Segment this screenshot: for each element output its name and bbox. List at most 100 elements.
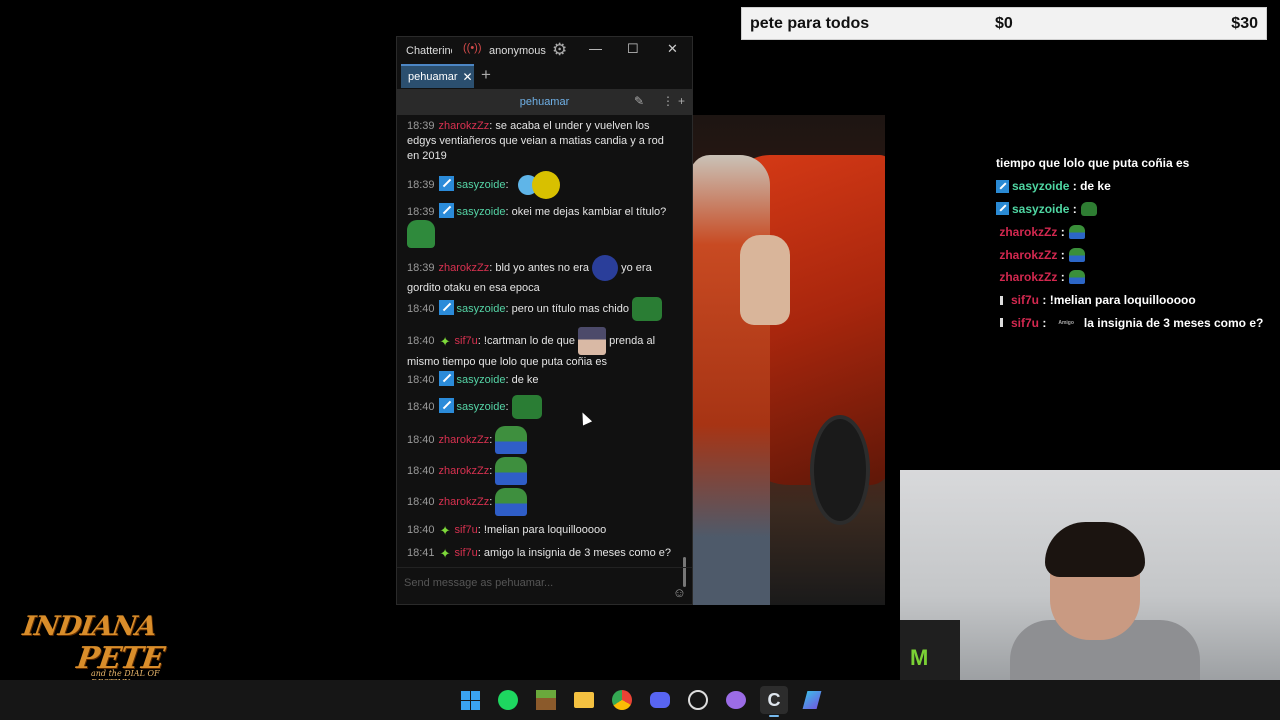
username[interactable]: sif7u (455, 547, 478, 559)
mod-badge-icon (438, 397, 454, 413)
hand-shape (740, 235, 790, 325)
sub-badge-icon: ✦ (439, 523, 451, 538)
file-explorer-icon[interactable] (570, 686, 598, 714)
gear-icon[interactable]: ⚙ (552, 40, 567, 60)
desktop: pete para todos $0 $30 tiempo que lolo q… (0, 0, 1280, 720)
overlay-line: tiempo que lolo que puta coñia es (996, 156, 1190, 171)
chat-messages[interactable]: 18:39 zharokzZz: se acaba el under y vuel… (397, 115, 692, 567)
overlay-username: zharokzZz (999, 224, 1058, 239)
chat-message: 18:40 sasyzoide: de ke (407, 371, 539, 388)
sub-badge-icon (1000, 295, 1003, 305)
frog-emote-icon (1068, 224, 1085, 239)
pepe-emote-icon (407, 220, 435, 248)
overlay-username: zharokzZz (999, 270, 1058, 285)
app-title: Chatterino (406, 44, 452, 57)
taskbar: C (0, 680, 1280, 720)
anime-emote-icon (578, 327, 607, 355)
emoji-picker-icon[interactable]: ☺ (673, 585, 686, 600)
frog-emote-icon (1068, 270, 1085, 285)
chatterino-icon[interactable]: C (760, 686, 788, 717)
sub-badge-icon: ✦ (439, 546, 451, 561)
chat-message: 18:40 sasyzoide: pero un título mas chido (407, 297, 663, 321)
sub-badge-icon (1000, 318, 1003, 328)
split-header[interactable]: pehuamar ✎ ⋮ + (397, 89, 692, 115)
chat-message: 18:40 ✦ sif7u: !melian para loquillooooo (407, 523, 607, 538)
username[interactable]: sasyzoide (457, 179, 506, 191)
username[interactable]: zharokzZz (439, 465, 490, 477)
add-tab-icon[interactable]: + (481, 65, 491, 85)
obs-icon[interactable] (684, 686, 712, 714)
username[interactable]: sasyzoide (457, 206, 506, 218)
chat-message: 18:41 ✦ sif7u: amigo la insignia de 3 mese… (407, 546, 672, 561)
overlay-username: sasyzoide (1012, 201, 1070, 216)
monster-logo-icon: M (910, 645, 929, 670)
chat-message: 18:40 ✦ sif7u: !cartman lo de que prenda a… (407, 327, 672, 370)
windows-start-icon[interactable] (456, 686, 484, 714)
username[interactable]: sif7u (455, 335, 478, 347)
spotify-icon[interactable] (494, 686, 522, 714)
chrome-icon[interactable] (608, 686, 636, 714)
chat-message: 18:40 zharokzZz: (407, 457, 528, 485)
overlay-line: sasyzoide : de ke (996, 175, 1280, 198)
person-shape (690, 155, 770, 605)
message-input[interactable]: Send message as pehuamar... ☺ (397, 567, 692, 604)
mod-badge-icon (438, 299, 454, 315)
frog-emote-icon (495, 488, 528, 516)
goal-title: pete para todos (750, 14, 870, 32)
add-split-icon[interactable]: + (678, 94, 685, 108)
minecraft-icon[interactable] (532, 686, 560, 714)
sonic-emote-icon (592, 255, 619, 281)
amigo-emote: Amigo (1058, 319, 1074, 326)
username[interactable]: sif7u (455, 524, 478, 536)
discord-icon[interactable] (646, 686, 674, 714)
goal-current: $0 (995, 14, 1013, 32)
frog-emote-icon (495, 457, 528, 485)
streamlabs-icon[interactable] (798, 686, 826, 714)
overlay-username: zharokzZz (999, 247, 1058, 262)
chat-message: 18:39 zharokzZz: bld yo antes no era yo e… (407, 255, 672, 296)
mod-badge-icon (438, 203, 454, 218)
more-options-icon[interactable]: ⋮ (662, 94, 674, 108)
donation-goal-bar: pete para todos $0 $30 (741, 7, 1267, 40)
mod-badge-icon (996, 202, 1009, 216)
username[interactable]: zharokzZz (439, 120, 490, 132)
hair-shape (1045, 522, 1145, 577)
frog-emote-icon (1068, 247, 1085, 262)
chat-app-icon[interactable] (722, 686, 750, 714)
chat-message: 18:39 sasyzoide: okei me dejas kambiar el… (407, 203, 672, 248)
overlay-username: sasyzoide (1012, 179, 1070, 194)
mod-badge-icon (996, 179, 1009, 193)
username[interactable]: zharokzZz (439, 262, 490, 274)
wheel-shape (810, 415, 870, 525)
tab-bar: pehuamar ✕ + (397, 64, 692, 88)
stream-chat-overlay: tiempo que lolo que puta coñia es sasyzo… (996, 152, 1280, 334)
chatterino-window[interactable]: Chatterino ((•)) anonymous ⚙ — ☐ ✕ pehua… (396, 36, 693, 605)
overlay-line: sasyzoide : (996, 198, 1280, 221)
close-icon[interactable]: ✕ (667, 41, 678, 57)
frog-emote-icon (511, 395, 542, 419)
username[interactable]: sasyzoide (457, 401, 506, 413)
live-icon[interactable]: ((•)) (463, 42, 482, 54)
username[interactable]: zharokzZz (439, 496, 490, 508)
overlay-line: sif7u : !melian para loquillooooo (996, 289, 1280, 312)
tab-pehuamar[interactable]: pehuamar ✕ (401, 64, 474, 88)
webcam-feed: M (900, 470, 1280, 680)
username[interactable]: zharokzZz (439, 434, 490, 446)
tab-close-icon[interactable]: ✕ (463, 70, 473, 84)
frog-emote-icon (632, 297, 663, 321)
title-bar[interactable]: Chatterino ((•)) anonymous ⚙ — ☐ ✕ (397, 37, 692, 64)
chat-message: 18:40 zharokzZz: (407, 488, 528, 516)
username[interactable]: sasyzoide (457, 374, 506, 386)
taskbar-icons: C (456, 680, 826, 720)
goal-target: $30 (1231, 14, 1258, 32)
sub-badge-icon: ✦ (439, 333, 451, 349)
username[interactable]: sasyzoide (457, 303, 506, 315)
minimize-icon[interactable]: — (589, 41, 602, 56)
moderation-mode-icon[interactable]: ✎ (634, 94, 644, 108)
overlay-username: sif7u (1011, 293, 1040, 308)
account-switcher[interactable]: anonymous (489, 45, 546, 57)
maximize-icon[interactable]: ☐ (627, 41, 639, 57)
overlay-username: sif7u (1011, 315, 1040, 330)
overlay-line: zharokzZz : (996, 266, 1280, 289)
chat-message: 18:40 sasyzoide: (407, 395, 542, 419)
